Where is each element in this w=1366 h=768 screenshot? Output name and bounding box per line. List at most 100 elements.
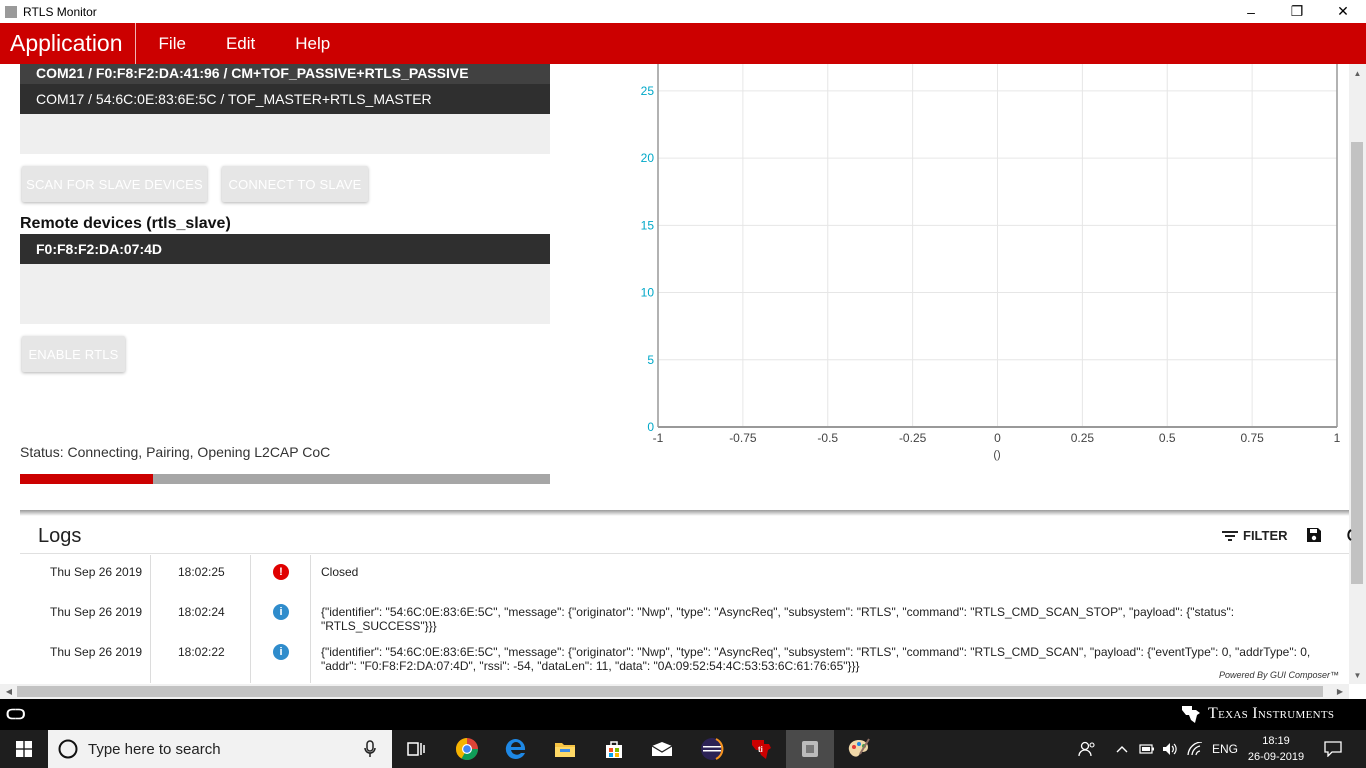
people-icon[interactable] (1078, 730, 1096, 768)
app-brand: Application (0, 23, 136, 64)
progress-fill (20, 474, 153, 484)
horizontal-scrollbar[interactable]: ◀ ▶ (0, 684, 1349, 699)
scroll-down-icon[interactable]: ▼ (1349, 668, 1366, 682)
start-button[interactable] (0, 730, 48, 768)
close-button[interactable]: ✕ (1320, 0, 1366, 23)
save-icon[interactable] (1306, 527, 1322, 543)
connect-to-slave-button[interactable]: CONNECT TO SLAVE (222, 166, 368, 202)
chart-y-tick-label: 5 (647, 353, 654, 367)
logs-header (20, 516, 1349, 554)
chart-x-label: () (993, 449, 1000, 461)
menu-file[interactable]: File (142, 34, 203, 54)
menu-help[interactable]: Help (278, 34, 347, 54)
log-message: Closed (321, 565, 359, 579)
chart-x-tick-label: -0.75 (729, 431, 757, 445)
chart-y-ticks: 0 5 10 15 20 25 (641, 84, 655, 434)
chart-y-tick-label: 0 (647, 420, 654, 434)
device-row-com21[interactable]: COM21 / F0:F8:F2:DA:41:96 / CM+TOF_PASSI… (20, 64, 550, 84)
search-icon (58, 739, 78, 759)
eclipse-icon[interactable] (688, 730, 736, 768)
log-row[interactable]: Thu Sep 26 2019 18:02:24 i {"identifier"… (20, 595, 1349, 635)
app-icon (5, 5, 17, 18)
status-text: Status: Connecting, Pairing, Opening L2C… (20, 444, 331, 460)
filter-label: FILTER (1243, 528, 1288, 543)
windows-taskbar: Type here to search ti ENG 18:19 26-09-2… (0, 730, 1366, 768)
remote-device-row[interactable]: F0:F8:F2:DA:07:4D (20, 234, 550, 264)
taskbar-clock[interactable]: 18:19 26-09-2019 (1240, 733, 1312, 765)
paint-icon[interactable] (835, 730, 883, 768)
chart-x-tick-label: 1 (1334, 431, 1341, 445)
clock-date: 26-09-2019 (1247, 751, 1305, 763)
search-placeholder: Type here to search (88, 740, 221, 758)
chart-x-tick-label: 0.5 (1159, 431, 1176, 445)
connection-icon[interactable]: ᑕᑐ (6, 706, 25, 723)
scroll-up-icon[interactable]: ▲ (1349, 66, 1366, 80)
volume-icon[interactable] (1162, 730, 1178, 768)
log-date: Thu Sep 26 2019 (50, 565, 143, 579)
device-row-com17[interactable]: COM17 / 54:6C:0E:83:6E:5C / TOF_MASTER+R… (20, 84, 550, 114)
ti-logo: Texas Instruments (1180, 704, 1334, 724)
window-title: RTLS Monitor (23, 4, 97, 19)
log-message: {"identifier": "54:6C:0E:83:6E:5C", "mes… (321, 605, 1235, 633)
action-center-icon[interactable] (1324, 730, 1342, 768)
language-indicator[interactable]: ENG (1212, 730, 1238, 768)
chart-x-tick-label: -0.25 (899, 431, 927, 445)
remote-devices-title: Remote devices (rtls_slave) (20, 215, 231, 232)
chart-y-tick-label: 15 (641, 218, 655, 232)
battery-icon[interactable] (1139, 730, 1155, 768)
clock-time: 18:19 (1262, 735, 1290, 747)
window-controls: – ❐ ✕ (1228, 0, 1366, 23)
log-time: 18:02:24 (178, 605, 225, 619)
wifi-icon[interactable] (1187, 730, 1203, 768)
log-time: 18:02:22 (178, 645, 225, 659)
window-titlebar: RTLS Monitor – ❐ ✕ (0, 0, 1366, 23)
taskbar-search[interactable]: Type here to search (48, 730, 392, 768)
chart-x-tick-label: 0 (994, 431, 1001, 445)
mail-icon[interactable] (638, 730, 686, 768)
filter-button[interactable]: FILTER (1222, 528, 1288, 543)
app-footer: ᑕᑐ Texas Instruments (0, 699, 1366, 730)
chrome-icon[interactable] (443, 730, 491, 768)
ti-app-icon[interactable]: ti (737, 730, 785, 768)
chart-y-tick-label: 20 (641, 151, 655, 165)
chart-x-tick-label: -0.5 (817, 431, 838, 445)
scroll-left-icon[interactable]: ◀ (2, 684, 16, 699)
chart-x-tick-label: 0.25 (1071, 431, 1095, 445)
filter-icon (1222, 530, 1238, 541)
chart-y-tick-label: 10 (641, 286, 655, 300)
task-view-icon[interactable] (392, 730, 440, 768)
microphone-icon[interactable] (364, 740, 376, 758)
enable-rtls-button[interactable]: ENABLE RTLS (22, 336, 125, 372)
svg-text:ti: ti (758, 745, 763, 754)
rtls-monitor-taskbar-icon[interactable] (786, 730, 834, 768)
edge-icon[interactable] (492, 730, 540, 768)
menu-bar: Application File Edit Help (0, 23, 1366, 64)
log-date: Thu Sep 26 2019 (50, 605, 143, 619)
status-progress-bar (20, 474, 550, 484)
scan-slave-devices-button[interactable]: SCAN FOR SLAVE DEVICES (22, 166, 207, 202)
chart-x-tick-label: -1 (653, 431, 664, 445)
device-list-empty-area (20, 114, 550, 154)
menu-edit[interactable]: Edit (209, 34, 272, 54)
vertical-scrollbar[interactable]: ▲ ▼ (1349, 64, 1366, 684)
chart-x-tick-label: 0.75 (1240, 431, 1264, 445)
log-date: Thu Sep 26 2019 (50, 645, 143, 659)
remote-device-label: F0:F8:F2:DA:07:4D (36, 241, 163, 257)
info-icon: i (273, 604, 289, 620)
log-row[interactable]: Thu Sep 26 2019 18:02:25 ! Closed (20, 555, 1349, 595)
vertical-scroll-thumb[interactable] (1351, 142, 1363, 584)
store-icon[interactable] (590, 730, 638, 768)
minimize-button[interactable]: – (1228, 0, 1274, 23)
ti-map-icon (1182, 706, 1200, 723)
restore-button[interactable]: ❐ (1274, 0, 1320, 23)
show-hidden-icons-icon[interactable] (1116, 730, 1128, 768)
scroll-right-icon[interactable]: ▶ (1333, 684, 1347, 699)
logs-title: Logs (38, 525, 82, 547)
ti-brand-text: Texas Instruments (1208, 705, 1335, 722)
horizontal-scroll-thumb[interactable] (17, 686, 1323, 697)
log-row[interactable]: Thu Sep 26 2019 18:02:22 i {"identifier"… (20, 635, 1349, 683)
refresh-icon[interactable] (1342, 527, 1352, 543)
windows-icon (16, 741, 32, 757)
chart-grid (657, 64, 1338, 428)
file-explorer-icon[interactable] (541, 730, 589, 768)
